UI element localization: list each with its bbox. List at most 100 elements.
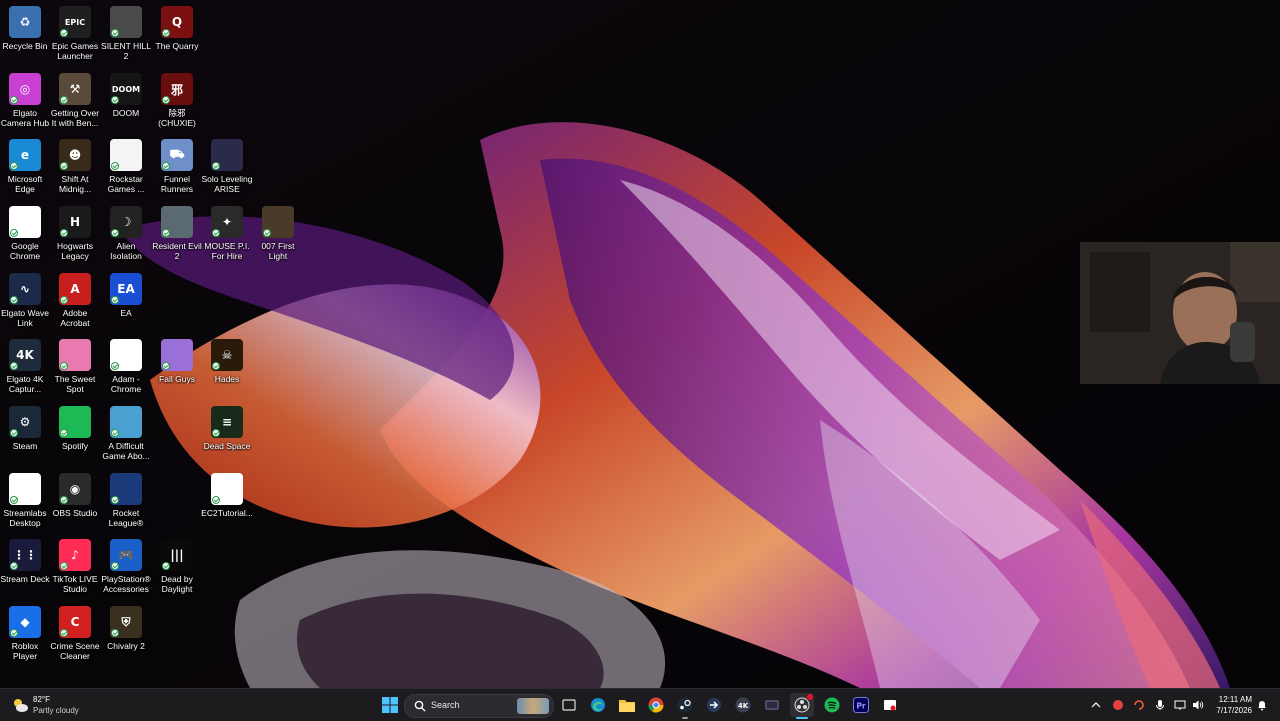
- desktop-icon-stream-deck[interactable]: ⋮⋮ Stream Deck: [0, 535, 50, 599]
- desktop-icon-steam[interactable]: ⚙ Steam: [0, 402, 50, 466]
- desktop-icon-chuxie[interactable]: 邪除邪 (CHUXIE): [152, 69, 202, 133]
- snipping-tool-icon: [884, 700, 896, 711]
- sync-check-icon: [10, 162, 18, 170]
- network-icon[interactable]: [1174, 699, 1186, 711]
- microphone-icon[interactable]: [1154, 699, 1166, 711]
- sync-check-icon: [10, 562, 18, 570]
- sync-check-icon: [212, 429, 220, 437]
- arrow-app-icon: [707, 698, 721, 712]
- file-explorer-button[interactable]: [615, 693, 639, 717]
- desktop-icon-elgato-wave-link[interactable]: ∿ Elgato Wave Link: [0, 269, 50, 333]
- obs-taskbar-button[interactable]: [790, 693, 814, 719]
- weather-widget[interactable]: 82°F Partly cloudy: [8, 693, 98, 717]
- desktop-icon-label: Fall Guys: [159, 374, 195, 384]
- desktop-icon-hogwarts-legacy[interactable]: H Hogwarts Legacy: [50, 202, 100, 266]
- tray-update-icon[interactable]: [1133, 699, 1145, 711]
- desktop-icon-spotify[interactable]: Spotify: [50, 402, 100, 466]
- desktop-icon-doom[interactable]: DOOM DOOM: [101, 69, 151, 133]
- sync-check-icon: [60, 629, 68, 637]
- tiktok-live-studio-icon: ♪: [59, 539, 91, 571]
- sync-check-icon: [162, 29, 170, 37]
- monitor-app-button[interactable]: [760, 693, 784, 717]
- desktop-icon-hades[interactable]: ☠ Hades: [202, 335, 252, 399]
- desktop-icon-rockstar-games-file[interactable]: Rockstar Games ...: [101, 135, 151, 199]
- recycle-bin-icon: ♻: [9, 6, 41, 38]
- steam-taskbar-button[interactable]: [673, 693, 697, 719]
- edge-taskbar-icon: [591, 698, 605, 712]
- sync-check-icon: [60, 162, 68, 170]
- sync-check-icon: [162, 96, 170, 104]
- edge-taskbar-button[interactable]: [586, 693, 610, 717]
- desktop-icon-silent-hill-2[interactable]: SILENT HILL 2: [101, 2, 151, 66]
- desktop-icon-label: DOOM: [112, 108, 140, 118]
- weather-description: Partly cloudy: [33, 706, 79, 715]
- volume-icon[interactable]: [1192, 699, 1204, 711]
- desktop-icon-epic-games[interactable]: EPIC Epic Games Launcher: [50, 2, 100, 66]
- desktop-icon-a-difficult-game[interactable]: A Difficult Game Abo...: [101, 402, 151, 466]
- desktop-icon-adobe-acrobat[interactable]: A Adobe Acrobat: [50, 269, 100, 333]
- desktop-icon-fall-guys[interactable]: Fall Guys: [152, 335, 202, 399]
- desktop-icon-recycle-bin[interactable]: ♻ Recycle Bin: [0, 2, 50, 66]
- task-view-button[interactable]: [557, 693, 581, 717]
- desktop-icon-playstation-accessories[interactable]: 🎮 PlayStation® Accessories: [101, 535, 151, 599]
- desktop-icon-elgato-4k-capture[interactable]: 4K Elgato 4K Captur...: [0, 335, 50, 399]
- clock-date[interactable]: 7/17/2026: [1214, 706, 1252, 715]
- desktop-icon-ec2-tutorial-file[interactable]: EC2Tutorial...: [201, 469, 253, 533]
- desktop-icon-tiktok-live-studio[interactable]: ♪ TikTok LIVE Studio: [50, 535, 100, 599]
- desktop-icon-obs-studio[interactable]: ◉ OBS Studio: [50, 469, 100, 533]
- chevron-up-icon[interactable]: [1090, 699, 1102, 711]
- desktop-icon-streamlabs[interactable]: Streamlabs Desktop: [0, 469, 50, 533]
- desktop-icon-funnel-runners[interactable]: ⛟ Funnel Runners: [152, 135, 202, 199]
- desktop-icon-resident-evil-2[interactable]: Resident Evil 2: [152, 202, 202, 266]
- desktop-icon-shift-at-midnight[interactable]: ☻ Shift At Midnig...: [50, 135, 100, 199]
- desktop-icon-dead-by-daylight[interactable]: ||| Dead by Daylight: [152, 535, 202, 599]
- search-box[interactable]: Search: [404, 694, 554, 718]
- desktop-icon-google-chrome[interactable]: Google Chrome: [0, 202, 50, 266]
- steam-taskbar-icon: [677, 697, 693, 713]
- desktop-icon-crime-scene-cleaner[interactable]: C Crime Scene Cleaner: [50, 602, 100, 666]
- desktop-icon-solo-leveling[interactable]: Solo Leveling ARISE OVE...: [201, 135, 253, 199]
- spotify-icon: [59, 406, 91, 438]
- sync-check-icon: [60, 562, 68, 570]
- chrome-taskbar-button[interactable]: [644, 693, 668, 717]
- desktop-icon-rocket-league[interactable]: Rocket League®: [101, 469, 151, 533]
- tray-app-red-icon[interactable]: [1112, 699, 1124, 711]
- snipping-tool-button[interactable]: [878, 693, 902, 717]
- premiere-pro-button[interactable]: Pr: [849, 693, 873, 717]
- sync-check-icon: [10, 362, 18, 370]
- steam-running-indicator: [682, 717, 688, 719]
- desktop-icon-dead-space[interactable]: ≡ Dead Space: [202, 402, 252, 466]
- desktop-icon-007-first-light[interactable]: 007 First Light: [253, 202, 303, 266]
- adobe-acrobat-icon: A: [59, 273, 91, 305]
- ec2-tutorial-file-icon: [211, 473, 243, 505]
- sync-check-icon: [111, 429, 119, 437]
- search-icon: [414, 700, 426, 712]
- desktop-icon-chivalry-2[interactable]: ⛨ Chivalry 2: [101, 602, 151, 666]
- doom-icon: DOOM: [110, 73, 142, 105]
- recording-badge-icon: [807, 694, 813, 700]
- elgato-4k-taskbar-button[interactable]: 4K: [731, 693, 755, 717]
- start-button[interactable]: [378, 693, 402, 717]
- arrow-app-button[interactable]: [702, 693, 726, 717]
- desktop-icon-label: Hogwarts Legacy: [57, 241, 93, 261]
- desktop-icon-adam-chrome[interactable]: Adam - Chrome: [101, 335, 151, 399]
- crime-scene-cleaner-icon: C: [59, 606, 91, 638]
- hogwarts-legacy-icon: H: [59, 206, 91, 238]
- the-quarry-icon: Q: [161, 6, 193, 38]
- desktop-icon-elgato-camera-hub[interactable]: ◎ Elgato Camera Hub: [0, 69, 50, 133]
- notification-bell-icon[interactable]: [1256, 699, 1268, 711]
- dead-space-icon: ≡: [211, 406, 243, 438]
- desktop-icon-getting-over-it[interactable]: ⚒ Getting Over It with Ben...: [50, 69, 100, 133]
- clock-time[interactable]: 12:11 AM: [1214, 695, 1252, 704]
- dead-by-daylight-icon: |||: [161, 539, 193, 571]
- desktop-icon-the-sweet-spot[interactable]: The Sweet Spot: [50, 335, 100, 399]
- desktop-icon-mouse-pi[interactable]: ✦ MOUSE P.I. For Hire: [202, 202, 252, 266]
- chuxie-icon: 邪: [161, 73, 193, 105]
- spotify-taskbar-button[interactable]: [820, 693, 844, 717]
- desktop-icon-microsoft-edge[interactable]: e Microsoft Edge: [0, 135, 50, 199]
- desktop-icon-alien-isolation[interactable]: ☽ Alien Isolation: [101, 202, 151, 266]
- desktop-icon-roblox-player[interactable]: ◆ Roblox Player: [0, 602, 50, 666]
- desktop-icon-label: EA: [120, 308, 132, 318]
- desktop-icon-ea[interactable]: EA EA: [101, 269, 151, 333]
- desktop-icon-the-quarry[interactable]: Q The Quarry: [152, 2, 202, 66]
